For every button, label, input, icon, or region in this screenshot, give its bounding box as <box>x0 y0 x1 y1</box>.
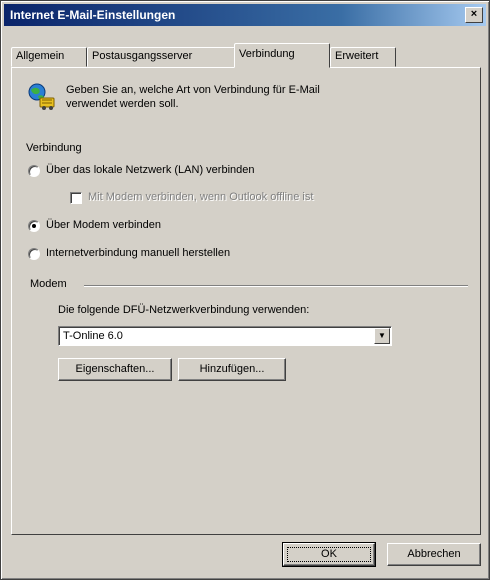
info-text-line1: Geben Sie an, welche Art von Verbindung … <box>66 84 320 96</box>
close-button[interactable]: × <box>465 7 483 23</box>
modem-radio[interactable] <box>28 220 40 232</box>
modem-group-divider <box>84 285 468 287</box>
tab-label: Erweitert <box>335 50 379 62</box>
modem-offline-label[interactable]: Mit Modem verbinden, wenn Outlook offlin… <box>88 191 313 203</box>
modem-heading: Modem <box>30 278 67 290</box>
chevron-down-icon[interactable]: ▼ <box>374 328 390 344</box>
modem-offline-checkbox[interactable] <box>70 192 82 204</box>
add-button-label: Hinzufügen... <box>199 363 265 375</box>
email-settings-dialog: Internet E-Mail-Einstellungen × Allgemei… <box>0 0 490 580</box>
tab-allgemein[interactable]: Allgemein <box>11 47 87 67</box>
cancel-button[interactable]: Abbrechen <box>387 543 481 566</box>
focus-rect <box>287 547 371 562</box>
dun-connection-select[interactable]: T-Online 6.0 ▼ <box>58 326 392 346</box>
close-icon: × <box>470 8 478 20</box>
properties-button[interactable]: Eigenschaften... <box>58 358 172 381</box>
tab-postausgangsserver[interactable]: Postausgangsserver <box>87 47 235 67</box>
ok-button[interactable]: OK <box>282 542 376 567</box>
modem-label[interactable]: Über Modem verbinden <box>46 219 161 231</box>
lan-label[interactable]: Über das lokale Netzwerk (LAN) verbinden <box>46 164 254 176</box>
tab-label: Allgemein <box>16 50 65 62</box>
network-globe-icon <box>28 83 55 110</box>
manual-label[interactable]: Internetverbindung manuell herstellen <box>46 247 230 259</box>
info-text-line2: verwendet werden soll. <box>66 98 179 110</box>
window-title: Internet E-Mail-Einstellungen <box>10 8 176 22</box>
tab-label: Postausgangsserver <box>92 50 193 62</box>
connection-heading: Verbindung <box>26 142 82 154</box>
tab-panel-verbindung: Geben Sie an, welche Art von Verbindung … <box>11 67 481 535</box>
tab-verbindung[interactable]: Verbindung <box>234 43 330 68</box>
cancel-button-label: Abbrechen <box>407 548 461 560</box>
title-bar: Internet E-Mail-Einstellungen × <box>4 4 486 26</box>
lan-radio[interactable] <box>28 165 40 177</box>
dun-use-label: Die folgende DFÜ-Netzwerkverbindung verw… <box>58 304 310 316</box>
properties-button-label: Eigenschaften... <box>75 363 155 375</box>
dun-selected-value: T-Online 6.0 <box>63 330 123 342</box>
tab-erweitert[interactable]: Erweitert <box>330 47 396 67</box>
manual-radio[interactable] <box>28 248 40 260</box>
add-button[interactable]: Hinzufügen... <box>178 358 286 381</box>
tab-label: Verbindung <box>239 48 295 60</box>
